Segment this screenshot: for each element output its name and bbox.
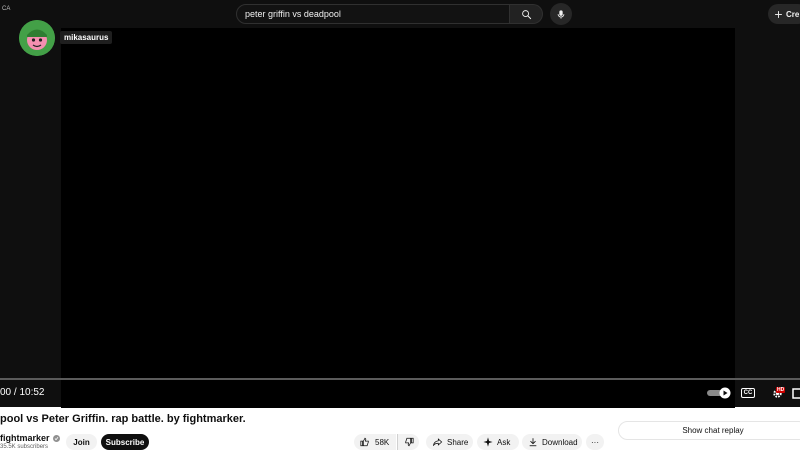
download-button[interactable]: Download: [522, 434, 582, 450]
progress-bar[interactable]: [0, 378, 800, 380]
streamer-name-tag: mikasaurus: [60, 31, 113, 44]
like-button[interactable]: 58K: [354, 434, 396, 450]
search-query: peter griffin vs deadpool: [245, 9, 341, 19]
hd-badge: HD: [776, 387, 786, 393]
ask-label: Ask: [497, 437, 511, 447]
subscribe-button[interactable]: Subscribe: [101, 434, 149, 450]
video-title: pool vs Peter Griffin. rap battle. by fi…: [0, 413, 246, 425]
search-icon: [521, 9, 531, 19]
more-actions-button[interactable]: ···: [586, 434, 604, 450]
dislike-button[interactable]: [397, 434, 419, 450]
search-input[interactable]: peter griffin vs deadpool: [236, 4, 510, 24]
time-display: 00 / 10:52: [0, 387, 45, 398]
theater-icon: [792, 387, 800, 399]
create-button[interactable]: Cre: [768, 4, 800, 24]
video-canvas[interactable]: [61, 28, 735, 408]
autoplay-icon: [707, 387, 731, 399]
captions-button[interactable]: CC: [740, 386, 756, 400]
join-button[interactable]: Join: [66, 434, 97, 450]
cartoon-avatar-icon: [19, 20, 55, 56]
sparkle-icon: [483, 437, 493, 447]
streamer-avatar: [19, 20, 55, 56]
ask-button[interactable]: Ask: [477, 434, 519, 450]
autoplay-toggle[interactable]: [706, 386, 732, 400]
captions-icon: CC: [741, 388, 755, 398]
plus-icon: [775, 10, 782, 18]
create-label: Cre: [786, 9, 800, 19]
country-code: CA: [2, 6, 11, 12]
share-icon: [432, 438, 443, 446]
share-button[interactable]: Share: [426, 434, 473, 450]
theater-mode-button[interactable]: [792, 386, 800, 400]
voice-search-button[interactable]: [550, 3, 572, 25]
share-label: Share: [447, 437, 469, 447]
download-label: Download: [542, 437, 578, 447]
microphone-icon: [557, 9, 565, 19]
thumbs-up-icon: [360, 437, 369, 447]
search-button[interactable]: [510, 4, 543, 24]
show-chat-replay-button[interactable]: Show chat replay: [618, 421, 800, 440]
subscriber-count: 35.5K subscribers: [0, 444, 49, 450]
youtube-watch-page: CA peter griffin vs deadpool Cre mikasau…: [0, 0, 800, 450]
channel-name-label: fightmarker: [0, 433, 50, 443]
like-count: 58K: [375, 437, 390, 447]
download-icon: [529, 438, 537, 447]
verified-icon: [52, 434, 60, 442]
channel-name[interactable]: fightmarker: [0, 433, 60, 443]
thumbs-down-icon: [404, 437, 414, 447]
